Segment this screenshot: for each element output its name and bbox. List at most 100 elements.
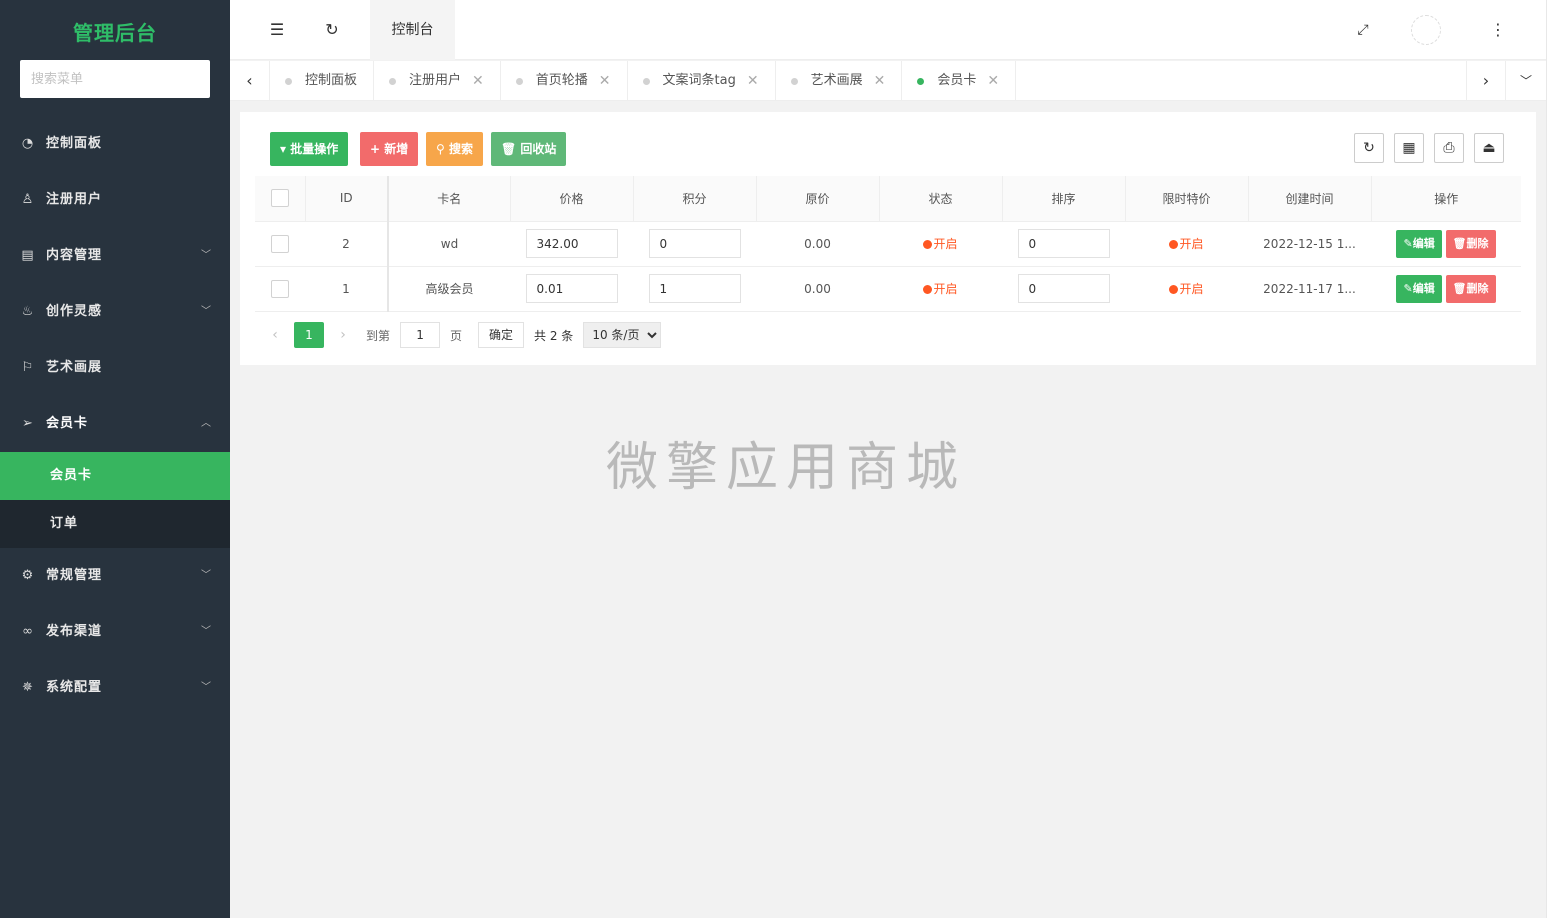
- sidebar-item-dashboard[interactable]: ◔ 控制面板: [0, 116, 230, 172]
- tab-dashboard[interactable]: 控制面板: [270, 61, 375, 101]
- price-input[interactable]: [525, 274, 618, 303]
- goto-suffix-label: 页: [450, 328, 463, 343]
- sidebar-item-inspiration[interactable]: ♨ 创作灵感 ﹀: [0, 284, 230, 340]
- refresh-icon[interactable]: ↻: [307, 0, 357, 60]
- sidebar: 管理后台 ◔ 控制面板 ♙ 注册用户 ▤ 内容管理 ﹀ ♨ 创作灵感 ﹀ ⚐ 艺…: [0, 0, 230, 918]
- tab-carousel[interactable]: 首页轮播 ✕: [501, 61, 628, 101]
- header-tab-console[interactable]: 控制台: [370, 0, 455, 60]
- more-vertical-icon[interactable]: ⋮: [1473, 0, 1523, 60]
- page-scrollbar[interactable]: [1546, 0, 1552, 918]
- tab-users[interactable]: 注册用户 ✕: [374, 61, 501, 101]
- chevron-down-icon: ﹀: [201, 570, 212, 581]
- chevron-down-icon: ﹀: [201, 306, 212, 317]
- sidebar-item-channels[interactable]: ∞ 发布渠道 ﹀: [0, 604, 230, 660]
- row-checkbox[interactable]: [271, 234, 289, 253]
- prev-page-icon[interactable]: ‹: [262, 327, 288, 343]
- sort-input[interactable]: [1017, 229, 1110, 258]
- points-input[interactable]: [648, 229, 741, 258]
- columns-icon[interactable]: ▦: [1394, 133, 1424, 163]
- print-icon[interactable]: ⎙: [1434, 133, 1464, 163]
- sidebar-subitem-membership-card[interactable]: 会员卡: [0, 452, 230, 500]
- avatar[interactable]: [1411, 15, 1441, 45]
- cell-price: [510, 266, 633, 312]
- points-input[interactable]: [648, 274, 741, 303]
- fullscreen-icon[interactable]: ⤢: [1338, 0, 1388, 60]
- row-select-cell: [255, 221, 305, 267]
- sidebar-item-membership[interactable]: ➢ 会员卡 ︿: [0, 396, 230, 452]
- close-icon[interactable]: ✕: [874, 61, 886, 101]
- cell-status: 开启: [879, 266, 1002, 312]
- sidebar-item-general[interactable]: ⚙ 常规管理 ﹀: [0, 548, 230, 604]
- tab-copy-tags[interactable]: 文案词条tag ✕: [628, 61, 776, 101]
- batch-operation-button[interactable]: ▾ 批量操作: [270, 132, 349, 166]
- search-button[interactable]: ⚲ 搜索: [426, 132, 483, 166]
- edit-button[interactable]: ✎编辑: [1396, 229, 1442, 258]
- current-page-button[interactable]: 1: [294, 322, 324, 348]
- tab-dot: [917, 77, 925, 85]
- user-icon: ♙: [21, 192, 35, 207]
- column-header: 状态: [879, 176, 1003, 222]
- tab-gallery[interactable]: 艺术画展 ✕: [776, 61, 903, 101]
- tab-dot: [790, 77, 798, 85]
- sidebar-item-content[interactable]: ▤ 内容管理 ﹀: [0, 228, 230, 284]
- special-badge[interactable]: 开启: [1169, 237, 1204, 251]
- goto-confirm-button[interactable]: 确定: [478, 322, 525, 348]
- watermark-text: 微擎应用商城: [606, 438, 967, 498]
- cell-sort: [1002, 266, 1125, 312]
- select-all-checkbox[interactable]: [270, 189, 289, 208]
- goto-page-input[interactable]: [400, 322, 441, 348]
- tabs-scroll-left-icon[interactable]: ‹: [230, 61, 270, 101]
- tab-membership-card[interactable]: 会员卡 ✕: [902, 61, 1017, 101]
- dashboard-icon: ◔: [21, 136, 35, 151]
- next-page-icon[interactable]: ›: [330, 327, 356, 343]
- cell-name: wd: [388, 221, 510, 267]
- tabs-dropdown-icon[interactable]: ﹀: [1506, 61, 1546, 101]
- cell-original-price: 0.00: [756, 266, 879, 312]
- tab-label: 会员卡: [937, 73, 977, 88]
- sidebar-item-label: 系统配置: [46, 680, 103, 695]
- add-button[interactable]: + 新增: [360, 132, 419, 166]
- tabs-scroll-right-icon[interactable]: ›: [1466, 61, 1506, 101]
- close-icon[interactable]: ✕: [472, 61, 484, 101]
- sidebar-item-users[interactable]: ♙ 注册用户: [0, 172, 230, 228]
- sidebar-item-gallery[interactable]: ⚐ 艺术画展: [0, 340, 230, 396]
- collapse-menu-icon[interactable]: ☰: [252, 0, 302, 60]
- close-icon[interactable]: ✕: [987, 61, 999, 101]
- cell-id: 2: [305, 221, 389, 267]
- special-badge[interactable]: 开启: [1169, 282, 1204, 296]
- sidebar-item-label: 艺术画展: [46, 360, 103, 375]
- delete-button[interactable]: 🗑删除: [1445, 229, 1496, 258]
- sidebar-item-label: 内容管理: [46, 248, 103, 263]
- price-input[interactable]: [525, 229, 618, 258]
- close-icon[interactable]: ✕: [599, 61, 611, 101]
- cell-original-price: 0.00: [756, 221, 879, 267]
- recycle-bin-button[interactable]: 🗑 回收站: [491, 132, 567, 166]
- tab-dot: [285, 77, 292, 85]
- status-dot-icon: [1169, 240, 1179, 249]
- sort-input[interactable]: [1017, 274, 1110, 303]
- export-icon[interactable]: ⏏: [1474, 133, 1504, 163]
- cell-points: [633, 266, 756, 312]
- pencil-icon: ✎: [1403, 281, 1413, 295]
- status-dot-icon: [923, 240, 933, 249]
- delete-button[interactable]: 🗑删除: [1445, 274, 1496, 303]
- sidebar-item-system[interactable]: ✵ 系统配置 ﹀: [0, 660, 230, 716]
- sidebar-subitem-orders[interactable]: 订单: [0, 500, 230, 548]
- cell-points: [633, 221, 756, 267]
- cell-name: 高级会员: [388, 266, 510, 312]
- status-badge[interactable]: 开启: [923, 237, 958, 251]
- column-header: 积分: [633, 176, 757, 222]
- refresh-table-icon[interactable]: ↻: [1354, 133, 1384, 163]
- status-badge[interactable]: 开启: [923, 282, 958, 296]
- column-header: 排序: [1002, 176, 1126, 222]
- menu-search-input[interactable]: [20, 60, 210, 98]
- page-size-select[interactable]: 10 条/页: [583, 322, 662, 348]
- row-checkbox[interactable]: [271, 279, 289, 298]
- recycle-bin-label: 回收站: [520, 142, 557, 156]
- search-icon: ⚲: [436, 142, 445, 156]
- column-header: 原价: [756, 176, 880, 222]
- close-icon[interactable]: ✕: [747, 61, 759, 101]
- edit-button[interactable]: ✎编辑: [1396, 274, 1442, 303]
- column-header: 创建时间: [1248, 176, 1372, 222]
- cell-actions: ✎编辑 🗑删除: [1371, 266, 1521, 312]
